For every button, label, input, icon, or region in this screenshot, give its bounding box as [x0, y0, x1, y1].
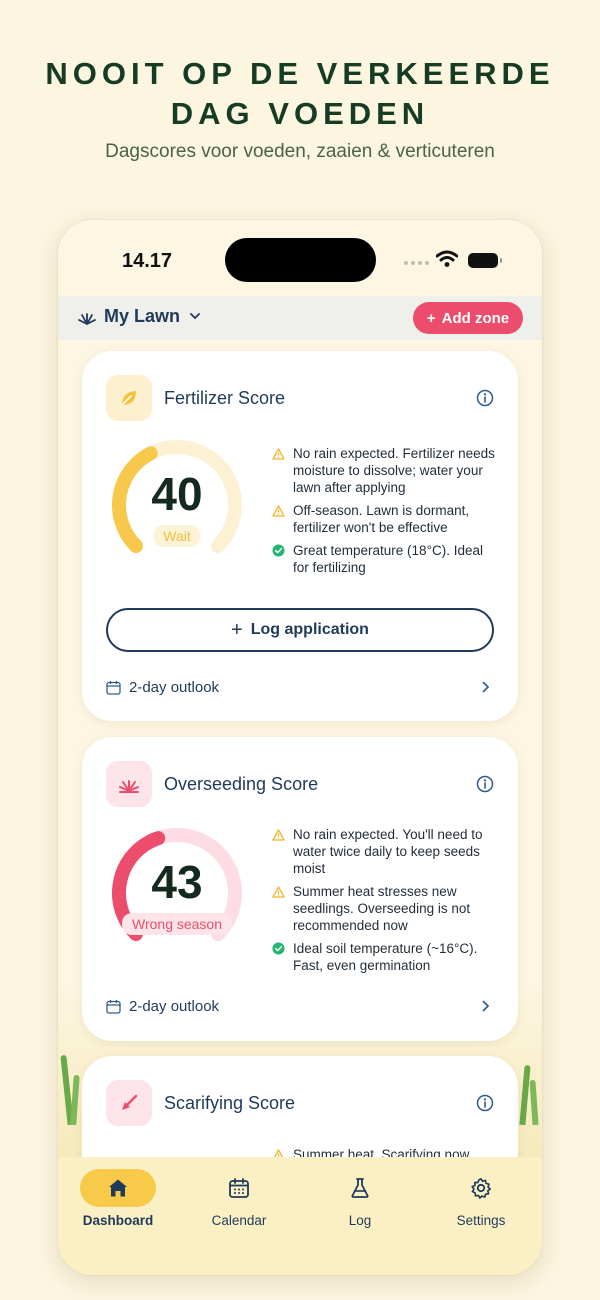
zone-name: My Lawn	[104, 306, 181, 326]
phone-frame: 14.17 My Lawn + Add zone Fertilizer Scor…	[58, 220, 542, 1275]
outlook-row[interactable]: 2-day outlook	[106, 995, 490, 1017]
flask-icon	[322, 1169, 398, 1207]
message-text: No rain expected. Fertilizer needs moist…	[293, 446, 495, 495]
signal-dots-icon	[404, 261, 429, 265]
promo-headline: NOOIT OP DE VERKEERDE DAG VOEDEN	[0, 54, 600, 134]
warning-icon	[272, 502, 286, 536]
promo-page: NOOIT OP DE VERKEERDE DAG VOEDEN Dagscor…	[0, 0, 600, 1300]
info-icon[interactable]	[476, 389, 494, 407]
leaf-icon	[106, 375, 152, 421]
zone-bar: My Lawn + Add zone	[58, 296, 542, 340]
chevron-down-icon	[190, 313, 200, 320]
status-bar: 14.17	[58, 220, 542, 296]
headline-line-1: NOOIT OP DE VERKEERDE	[45, 56, 555, 91]
card-header: Scarifying Score	[106, 1080, 498, 1126]
warning-message: Off-season. Lawn is dormant, fertilizer …	[272, 502, 502, 536]
warning-icon	[272, 445, 286, 496]
headline-line-2: DAG VOEDEN	[170, 96, 430, 131]
warning-icon	[272, 826, 286, 877]
grass-icon	[78, 312, 96, 325]
message-text: No rain expected. You'll need to water t…	[293, 827, 483, 876]
overseeding-score-card: Overseeding Score 43 Wrong season No rai…	[82, 737, 518, 1041]
log-application-button[interactable]: + Log application	[106, 608, 494, 652]
message-text: Off-season. Lawn is dormant, fertilizer …	[293, 503, 470, 535]
gear-icon	[443, 1169, 519, 1207]
calendar-icon	[201, 1169, 277, 1207]
score-value: 40	[151, 468, 203, 520]
calendar-icon	[106, 999, 121, 1014]
score-gauge: 40 Wait	[104, 439, 250, 569]
card-header: Fertilizer Score	[106, 375, 498, 421]
tab-dashboard[interactable]: Dashboard	[68, 1169, 168, 1239]
info-icon[interactable]	[476, 775, 494, 793]
score-status-label: Wrong season	[121, 913, 233, 935]
tab-label: Log	[348, 1213, 372, 1228]
tab-settings[interactable]: Settings	[431, 1169, 531, 1239]
battery-icon	[468, 253, 502, 268]
rake-icon	[106, 1080, 152, 1126]
seedling-icon	[106, 761, 152, 807]
wifi-icon	[436, 250, 458, 267]
message-text: Ideal soil temperature (~16°C). Fast, ev…	[293, 941, 478, 973]
check-circle-icon	[272, 940, 286, 974]
dynamic-island	[225, 238, 376, 282]
score-messages: No rain expected. Fertilizer needs moist…	[272, 445, 502, 582]
card-title: Fertilizer Score	[164, 387, 286, 408]
message-text: Summer heat stresses new seedlings. Over…	[293, 884, 471, 933]
score-messages: No rain expected. You'll need to water t…	[272, 826, 502, 980]
info-icon[interactable]	[476, 1094, 494, 1112]
fertilizer-score-card: Fertilizer Score 40 Wait No rain expecte…	[82, 351, 518, 721]
plus-icon: +	[426, 309, 436, 327]
outlook-row[interactable]: 2-day outlook	[106, 676, 490, 698]
score-value: 43	[151, 856, 203, 908]
zone-selector[interactable]: My Lawn	[78, 306, 200, 327]
tab-label: Settings	[456, 1213, 506, 1228]
message-text: Great temperature (18°C). Ideal for fert…	[293, 543, 483, 575]
ok-message: Great temperature (18°C). Ideal for fert…	[272, 542, 502, 576]
outlook-label: 2-day outlook	[129, 678, 220, 696]
card-header: Overseeding Score	[106, 761, 498, 807]
add-zone-label: Add zone	[441, 309, 510, 327]
score-status-label: Wait	[153, 525, 201, 547]
ok-message: Ideal soil temperature (~16°C). Fast, ev…	[272, 940, 502, 974]
warning-message: Summer heat stresses new seedlings. Over…	[272, 883, 502, 934]
tab-calendar[interactable]: Calendar	[189, 1169, 289, 1239]
status-time: 14.17	[122, 250, 173, 272]
tab-bar: Dashboard Calendar Log Settings	[58, 1157, 542, 1275]
plus-icon: +	[231, 618, 243, 641]
outlook-label: 2-day outlook	[129, 997, 220, 1015]
card-title: Overseeding Score	[164, 773, 319, 794]
chevron-right-icon	[482, 1000, 490, 1012]
tab-log[interactable]: Log	[310, 1169, 410, 1239]
tab-label: Dashboard	[82, 1213, 154, 1228]
add-zone-button[interactable]: + Add zone	[413, 302, 523, 334]
tab-label: Calendar	[211, 1213, 267, 1228]
check-circle-icon	[272, 542, 286, 576]
warning-icon	[272, 883, 286, 934]
chevron-right-icon	[482, 681, 490, 693]
warning-message: No rain expected. You'll need to water t…	[272, 826, 502, 877]
score-gauge: 43 Wrong season	[104, 827, 250, 957]
card-title: Scarifying Score	[164, 1092, 296, 1113]
calendar-icon	[106, 680, 121, 695]
log-application-label: Log application	[250, 621, 369, 638]
home-icon	[80, 1169, 156, 1207]
promo-subheadline: Dagscores voor voeden, zaaien & verticut…	[105, 141, 495, 162]
warning-message: No rain expected. Fertilizer needs moist…	[272, 445, 502, 496]
